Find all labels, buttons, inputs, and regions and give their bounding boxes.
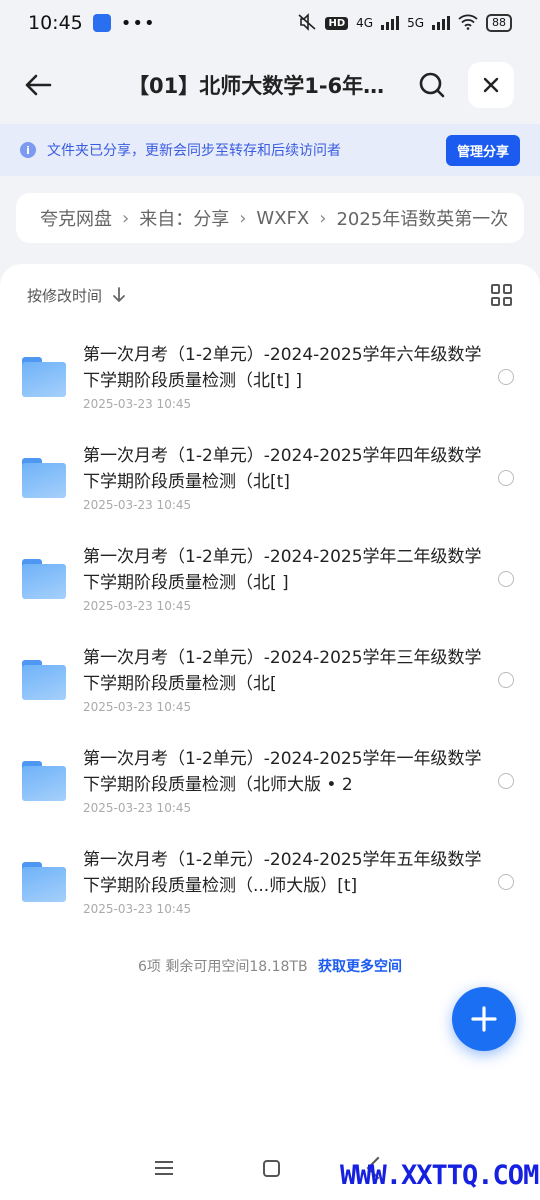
chevron-right-icon: › xyxy=(319,207,327,229)
folder-icon xyxy=(22,861,66,902)
breadcrumb-item-wxfx[interactable]: WXFX xyxy=(256,208,309,229)
file-list-panel: 按修改时间 第一次月考（1-2单元）-2024-2025学年六年级数学下学期阶段… xyxy=(0,264,540,1200)
select-radio[interactable] xyxy=(498,873,514,890)
chevron-right-icon: › xyxy=(239,207,247,229)
file-name: 第一次月考（1-2单元）-2024-2025学年六年级数学下学期阶段质量检测（北… xyxy=(83,345,482,391)
folder-icon xyxy=(22,457,66,498)
search-icon xyxy=(419,72,445,98)
share-notice-bar: i 文件夹已分享，更新会同步至转存和后续访问者 管理分享 xyxy=(0,124,540,176)
file-name: 第一次月考（1-2单元）-2024-2025学年二年级数学下学期阶段质量检测（北… xyxy=(83,547,482,593)
grid-view-icon[interactable] xyxy=(491,284,513,306)
folder-icon xyxy=(22,558,66,599)
file-name: 第一次月考（1-2单元）-2024-2025学年四年级数学下学期阶段质量检测（北… xyxy=(83,446,482,492)
storage-summary: 6项 剩余可用空间18.18TB 获取更多空间 xyxy=(0,956,540,976)
hd-voice-icon: HD xyxy=(325,16,349,30)
breadcrumb-item-root[interactable]: 夸克网盘 xyxy=(40,205,112,231)
file-date: 2025-03-23 10:45 xyxy=(83,599,192,613)
manage-share-button[interactable]: 管理分享 xyxy=(445,134,520,166)
sort-by-modified-button[interactable]: 按修改时间 xyxy=(27,285,102,306)
sort-bar: 按修改时间 xyxy=(0,264,540,326)
chevron-right-icon: › xyxy=(122,207,130,229)
list-item[interactable]: 第一次月考（1-2单元）-2024-2025学年五年级数学下学期阶段质量检测（.… xyxy=(0,831,540,932)
signal-bars-icon-2 xyxy=(432,16,450,30)
select-radio[interactable] xyxy=(498,368,514,385)
search-button[interactable] xyxy=(412,65,452,105)
notification-app-icon xyxy=(92,14,111,32)
storage-summary-text: 6项 剩余可用空间18.18TB xyxy=(137,959,308,975)
file-name: 第一次月考（1-2单元）-2024-2025学年五年级数学下学期阶段质量检测（.… xyxy=(83,850,482,896)
top-bar: 【01】北师大数学1-6年级下册第一次月考（1-2单元） xyxy=(0,56,540,114)
file-name: 第一次月考（1-2单元）-2024-2025学年一年级数学下学期阶段质量检测（北… xyxy=(83,749,482,795)
file-date: 2025-03-23 10:45 xyxy=(83,700,192,714)
signal-4g-label: 4G xyxy=(356,16,374,30)
breadcrumb: 夸克网盘 › 来自：分享 › WXFX › 2025年语数英第一次 xyxy=(16,193,524,243)
folder-icon xyxy=(22,760,66,801)
home-icon[interactable] xyxy=(262,1159,280,1177)
signal-5g-label: 5G xyxy=(407,16,424,30)
list-item[interactable]: 第一次月考（1-2单元）-2024-2025学年二年级数学下学期阶段质量检测（北… xyxy=(0,528,540,629)
file-name: 第一次月考（1-2单元）-2024-2025学年三年级数学下学期阶段质量检测（北… xyxy=(83,648,482,694)
file-date: 2025-03-23 10:45 xyxy=(83,498,192,512)
signal-bars-icon xyxy=(381,16,400,30)
recent-apps-icon[interactable] xyxy=(154,1161,173,1175)
watermark: WWW.XXTTQ.COM xyxy=(340,1160,539,1191)
close-button[interactable] xyxy=(468,62,514,108)
info-icon: i xyxy=(20,142,36,158)
wifi-icon xyxy=(458,14,478,33)
list-item[interactable]: 第一次月考（1-2单元）-2024-2025学年三年级数学下学期阶段质量检测（北… xyxy=(0,629,540,730)
plus-icon xyxy=(471,1006,497,1032)
file-list: 第一次月考（1-2单元）-2024-2025学年六年级数学下学期阶段质量检测（北… xyxy=(0,326,540,932)
back-arrow-icon xyxy=(25,74,52,96)
list-item[interactable]: 第一次月考（1-2单元）-2024-2025学年一年级数学下学期阶段质量检测（北… xyxy=(0,730,540,831)
sort-down-arrow-icon[interactable] xyxy=(112,287,126,303)
close-icon xyxy=(483,77,499,93)
breadcrumb-item-current[interactable]: 2025年语数英第一次 xyxy=(336,205,508,231)
page-title: 【01】北师大数学1-6年级下册第一次月考（1-2单元） xyxy=(128,74,398,98)
select-radio[interactable] xyxy=(498,469,514,486)
file-date: 2025-03-23 10:45 xyxy=(83,801,192,815)
status-bar: 10:45 ••• HD 4G 5G 88 xyxy=(0,0,540,46)
list-item[interactable]: 第一次月考（1-2单元）-2024-2025学年六年级数学下学期阶段质量检测（北… xyxy=(0,326,540,427)
select-radio[interactable] xyxy=(498,671,514,688)
more-notifications-icon: ••• xyxy=(120,12,156,34)
breadcrumb-item-share[interactable]: 来自：分享 xyxy=(139,205,229,231)
back-button[interactable] xyxy=(18,65,58,105)
list-item[interactable]: 第一次月考（1-2单元）-2024-2025学年四年级数学下学期阶段质量检测（北… xyxy=(0,427,540,528)
share-notice-text: 文件夹已分享，更新会同步至转存和后续访问者 xyxy=(47,143,341,159)
select-radio[interactable] xyxy=(498,570,514,587)
folder-icon xyxy=(22,356,66,397)
mute-icon xyxy=(297,12,317,34)
file-date: 2025-03-23 10:45 xyxy=(83,397,192,411)
battery-icon: 88 xyxy=(486,14,512,32)
add-button[interactable] xyxy=(452,987,516,1051)
folder-icon xyxy=(22,659,66,700)
file-date: 2025-03-23 10:45 xyxy=(83,902,192,916)
select-radio[interactable] xyxy=(498,772,514,789)
get-more-space-link[interactable]: 获取更多空间 xyxy=(318,959,402,975)
status-time: 10:45 xyxy=(28,12,83,34)
